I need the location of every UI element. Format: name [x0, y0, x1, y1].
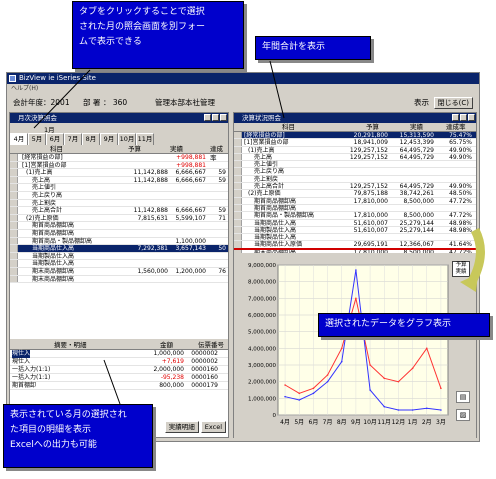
arrow-tabs [33, 69, 91, 129]
curve-arrow-head [460, 274, 478, 292]
callout-arrows [33, 60, 485, 405]
arrow-annual [269, 60, 285, 119]
arrow-detail [103, 359, 121, 405]
